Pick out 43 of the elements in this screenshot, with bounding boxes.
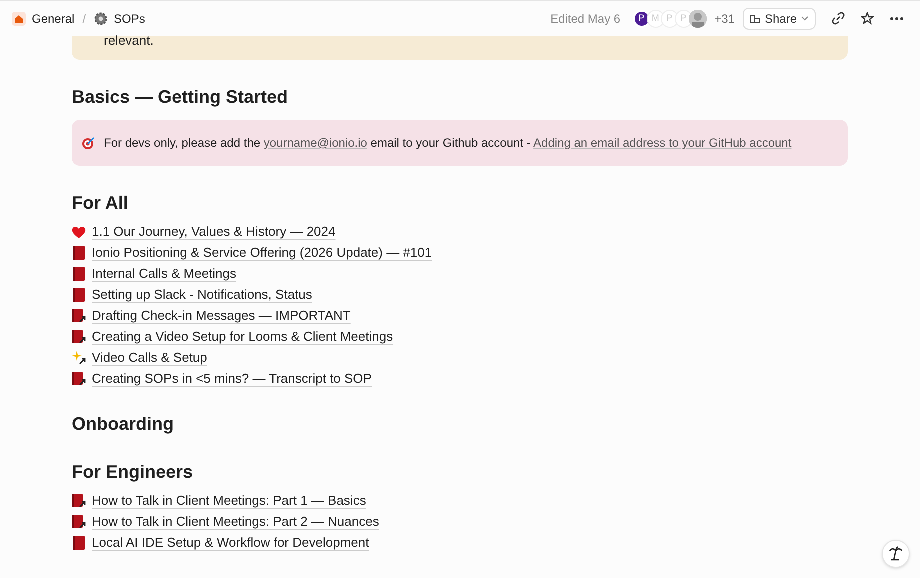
home-icon [12, 12, 26, 26]
book-icon [73, 246, 85, 260]
building-icon [750, 13, 761, 24]
callout-text: relevant. [104, 33, 154, 48]
page-link[interactable]: How to Talk in Client Meetings: Part 1 — Basics [92, 491, 366, 511]
page-link[interactable]: Local AI IDE Setup & Workflow for Development [92, 533, 370, 553]
section-heading: For Engineers [72, 461, 194, 483]
page-link[interactable]: Drafting Check-in Messages — IMPORTANT [92, 306, 351, 326]
book-icon [73, 536, 85, 550]
chevron-down-icon [801, 16, 809, 22]
page-link[interactable]: Creating a Video Setup for Looms & Client Meetings [92, 327, 394, 347]
palm-tree-icon [889, 546, 903, 562]
collaborator-count: +31 [714, 10, 735, 28]
gear-icon [94, 12, 108, 26]
breadcrumb-separator: / [82, 10, 86, 28]
section-heading: For All [72, 192, 130, 214]
section-heading: Onboarding [72, 413, 175, 435]
sparkle-with-arrow-icon [72, 351, 86, 365]
book-icon [73, 267, 85, 281]
assistant-button[interactable] [882, 540, 910, 568]
page-link[interactable]: Creating SOPs in <5 mins? — Transcript to SOP [92, 369, 372, 389]
avatar[interactable]: P [632, 10, 651, 28]
book-icon [73, 288, 85, 302]
avatar[interactable] [688, 10, 707, 28]
callout-link[interactable]: Adding an email address to your GitHub account [534, 136, 792, 150]
breadcrumb-link[interactable]: SOPs [94, 10, 146, 28]
page-link[interactable]: 1.1 Our Journey, Values & History — 2024 [92, 222, 336, 242]
page-link[interactable]: How to Talk in Client Meetings: Part 2 — Nuances [92, 512, 380, 532]
page-link[interactable]: Internal Calls & Meetings [92, 264, 237, 284]
callout-text: For devs only, please add the yourname@ionio.io email to your Github account - Adding an email address to your GitHub account [104, 135, 792, 152]
section-heading: Basics — Getting Started [72, 86, 290, 108]
link-icon[interactable] [832, 12, 845, 25]
star-icon[interactable] [861, 12, 874, 25]
more-icon[interactable] [890, 16, 904, 20]
share-button[interactable]: Share [742, 8, 816, 30]
edited-date: Edited May 6 [550, 10, 621, 28]
page-link[interactable]: Ionio Positioning & Service Offering (2026 Update) — #101 [92, 243, 432, 263]
callout-link[interactable]: yourname@ionio.io [264, 136, 368, 150]
page-link[interactable]: Video Calls & Setup [92, 348, 208, 368]
target-icon [82, 136, 96, 150]
page-link[interactable]: Setting up Slack - Notifications, Status [92, 285, 312, 305]
breadcrumb-link[interactable]: General [12, 10, 75, 28]
heart-icon [72, 226, 86, 238]
